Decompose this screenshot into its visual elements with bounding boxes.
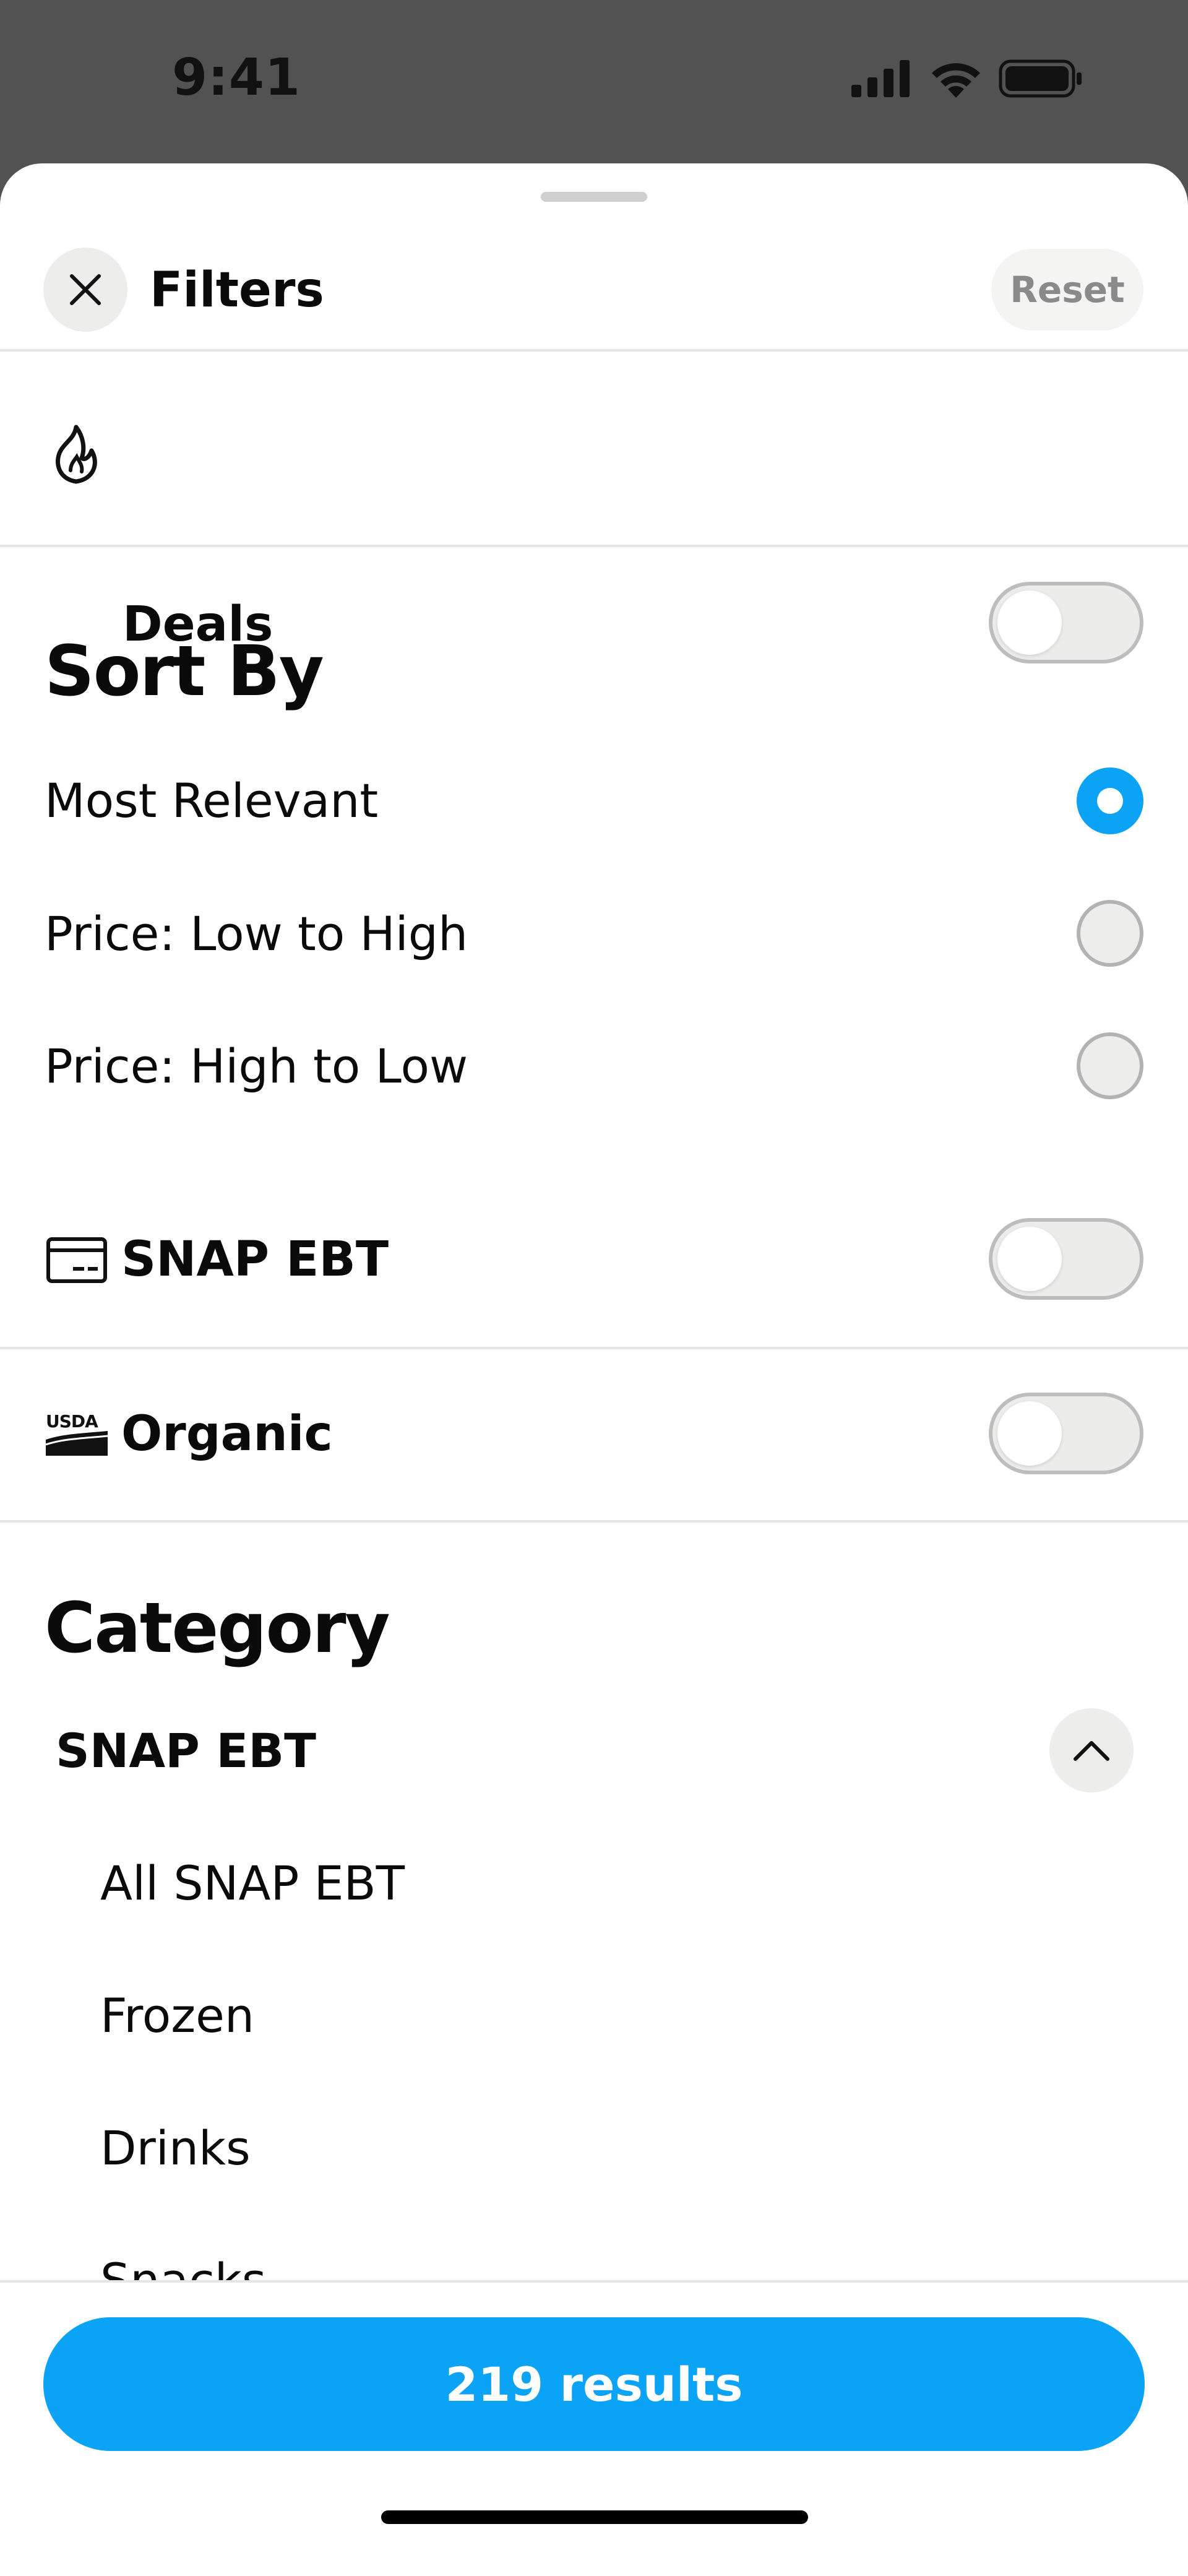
organic-label: Organic: [121, 1406, 333, 1462]
toggle-knob: [997, 1401, 1062, 1466]
category-group-label: SNAP EBT: [56, 1723, 317, 1778]
close-icon: [70, 274, 101, 305]
divider: [0, 1520, 1188, 1523]
radio-selected[interactable]: [1077, 767, 1143, 834]
page-title: Filters: [150, 262, 324, 318]
close-button[interactable]: [43, 248, 127, 332]
category-item-all-snap-ebt[interactable]: All SNAP EBT: [100, 1856, 405, 1911]
sort-option-label: Price: High to Low: [45, 1039, 468, 1094]
snap-ebt-label: SNAP EBT: [121, 1232, 389, 1287]
status-icons: [851, 59, 1083, 98]
radio-unselected[interactable]: [1077, 900, 1143, 967]
status-time: 9:41: [172, 48, 301, 107]
usda-text: USDA: [46, 1411, 98, 1432]
card-icon: [46, 1237, 107, 1283]
wifi-icon: [932, 63, 980, 98]
signal-icon: [851, 60, 910, 97]
battery-icon: [999, 59, 1082, 98]
filters-sheet: Filters Reset Deals Sort By Most Relevan…: [0, 163, 1188, 2576]
divider: [0, 1347, 1188, 1349]
category-item-drinks[interactable]: Drinks: [100, 2120, 251, 2176]
sort-heading: Sort By: [45, 631, 324, 712]
collapse-button[interactable]: [1049, 1708, 1134, 1792]
sort-option-label: Price: Low to High: [45, 906, 468, 961]
reset-button[interactable]: Reset: [991, 249, 1143, 331]
snap-ebt-toggle[interactable]: [989, 1218, 1143, 1300]
sheet-header: Filters Reset: [0, 163, 1188, 350]
category-heading: Category: [45, 1588, 390, 1669]
chevron-up-icon: [1074, 1741, 1109, 1761]
usda-icon: USDA: [46, 1412, 108, 1457]
deals-toggle[interactable]: [989, 582, 1143, 663]
divider: [0, 545, 1188, 547]
toggle-knob: [997, 1227, 1062, 1291]
radio-unselected[interactable]: [1077, 1032, 1143, 1099]
home-indicator: [381, 2510, 808, 2524]
organic-toggle[interactable]: [989, 1393, 1143, 1474]
flame-icon: [56, 425, 97, 484]
sort-option-label: Most Relevant: [45, 773, 379, 828]
divider: [0, 349, 1188, 352]
results-footer: 219 results: [0, 2280, 1188, 2576]
toggle-knob: [997, 590, 1062, 655]
category-item-frozen[interactable]: Frozen: [100, 1988, 254, 2044]
show-results-button[interactable]: 219 results: [43, 2317, 1145, 2451]
status-bar: 9:41: [0, 0, 1188, 161]
